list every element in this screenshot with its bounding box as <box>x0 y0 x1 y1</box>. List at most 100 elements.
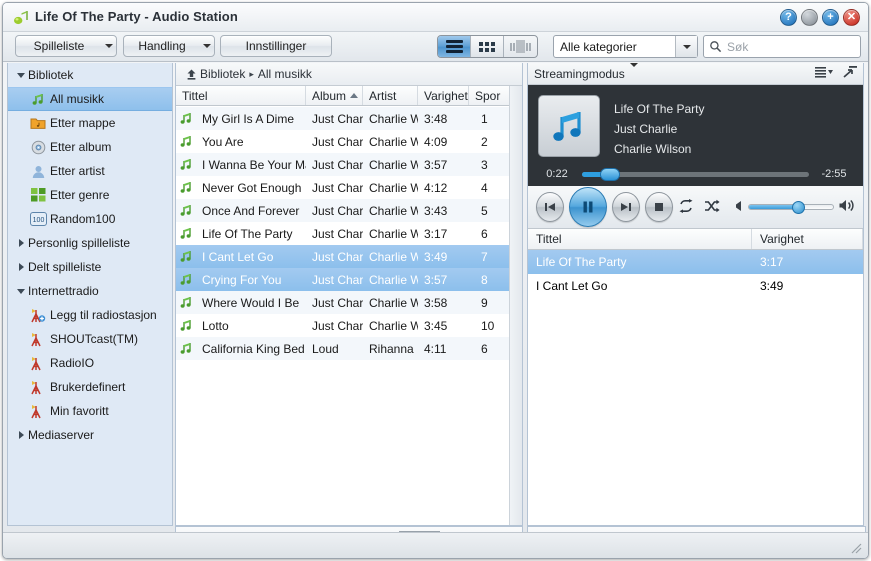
help-button[interactable]: ? <box>780 9 797 26</box>
repeat-icon[interactable] <box>678 198 694 216</box>
playlist-row[interactable]: Life Of The Party 3:17 <box>528 250 863 274</box>
sidebar-item-radioio[interactable]: RadioIO <box>8 351 172 375</box>
cell-title: I Cant Let Go <box>202 249 274 264</box>
playlist-button[interactable]: Spilleliste <box>15 35 117 57</box>
column-header-album[interactable]: Album <box>306 86 363 105</box>
seek-slider[interactable] <box>582 167 809 181</box>
cell-track: 3 <box>481 157 488 172</box>
cell-artist: Charlie Wilson <box>369 134 418 149</box>
coverflow-view-button[interactable] <box>504 36 537 57</box>
playlist-column-tittel[interactable]: Tittel <box>528 229 752 249</box>
settings-button[interactable]: Innstillinger <box>220 35 332 57</box>
sidebar-item-brukerdefinert[interactable]: Brukerdefinert <box>8 375 172 399</box>
chevron-right-icon[interactable] <box>14 263 28 271</box>
radio-icon <box>28 354 48 372</box>
sidebar-item-legg-til-radiostasjon[interactable]: Legg til radiostasjon <box>8 303 172 327</box>
action-button[interactable]: Handling <box>123 35 215 57</box>
search-input[interactable]: Søk <box>703 35 861 58</box>
cell-album: Loud <box>312 341 339 356</box>
sidebar-item-delt-spilleliste[interactable]: Delt spilleliste <box>8 255 172 279</box>
list-view-button[interactable] <box>438 36 471 57</box>
cell-album: Just Charlie <box>312 203 363 218</box>
cell-duration: 3:45 <box>424 318 448 333</box>
stop-button[interactable] <box>644 192 673 222</box>
previous-button[interactable] <box>536 192 565 222</box>
chevron-right-icon[interactable] <box>14 239 28 247</box>
table-row[interactable]: I Wanna Be Your Man Just Charlie Charlie W… <box>176 153 522 176</box>
minimize-button[interactable] <box>801 9 818 26</box>
chevron-down-icon[interactable] <box>14 72 28 78</box>
grid-view-button[interactable] <box>471 36 504 57</box>
breadcrumb-root[interactable]: Bibliotek <box>200 67 245 81</box>
chevron-down-icon <box>200 44 214 48</box>
vertical-scrollbar[interactable] <box>509 86 522 525</box>
sidebar-item-shoutcast-tm[interactable]: SHOUTcast(TM) <box>8 327 172 351</box>
disc-icon <box>28 138 48 156</box>
progress-area: 0:22 -2:55 <box>538 167 853 181</box>
resize-grip-icon[interactable] <box>850 542 862 554</box>
seek-handle[interactable] <box>600 167 621 181</box>
sidebar-item-etter-mappe[interactable]: Etter mappe <box>8 111 172 135</box>
close-button[interactable]: ✕ <box>843 9 860 26</box>
sidebar-item-etter-genre[interactable]: Etter genre <box>8 183 172 207</box>
cell-title: Where Would I Be <box>202 295 300 310</box>
cell-track: 7 <box>481 249 488 264</box>
column-header-tittel[interactable]: Tittel <box>176 86 306 105</box>
pause-button[interactable] <box>569 187 607 227</box>
chevron-down-icon[interactable] <box>14 288 28 294</box>
shuffle-icon[interactable] <box>704 199 720 216</box>
playlist-row[interactable]: I Cant Let Go 3:49 <box>528 274 863 298</box>
sidebar-item-label: Etter mappe <box>50 116 116 130</box>
table-row[interactable]: My Girl Is A Dime Just Charlie Charlie Wil… <box>176 107 522 130</box>
playlist-header: Tittel Varighet <box>528 229 863 250</box>
table-row[interactable]: Once And Forever Just Charlie Charlie Wils… <box>176 199 522 222</box>
table-row[interactable]: Crying For You Just Charlie Charlie Wilson… <box>176 268 522 291</box>
sidebar-item-label: Mediaserver <box>28 428 95 442</box>
volume-handle[interactable] <box>791 201 805 214</box>
up-arrow-icon[interactable] <box>182 68 200 81</box>
next-button[interactable] <box>611 192 640 222</box>
table-row[interactable]: California King Bed Loud Rihanna 4:11 6 <box>176 337 522 360</box>
sort-ascending-icon <box>350 93 359 98</box>
cell-track: 4 <box>481 180 488 195</box>
table-row[interactable]: Where Would I Be Just Charlie Charlie Wils… <box>176 291 522 314</box>
table-row[interactable]: You Are Just Charlie Charlie Wilson 4:09 2 <box>176 130 522 153</box>
sidebar-item-internettradio[interactable]: Internettradio <box>8 279 172 303</box>
cell-track: 9 <box>481 295 488 310</box>
table-row[interactable]: Never Got Enough Just Charlie Charlie Wils… <box>176 176 522 199</box>
sidebar-item-etter-album[interactable]: Etter album <box>8 135 172 159</box>
sidebar-item-personlig-spilleliste[interactable]: Personlig spilleliste <box>8 231 172 255</box>
volume-slider[interactable] <box>747 201 834 214</box>
cell-duration: 4:09 <box>424 134 448 149</box>
collapse-panel-icon[interactable] <box>843 66 857 81</box>
table-row[interactable]: I Cant Let Go Just Charlie Charlie Wilson 3… <box>176 245 522 268</box>
now-playing-artist: Charlie Wilson <box>614 142 692 156</box>
maximize-button[interactable]: + <box>822 9 839 26</box>
sidebar-item-mediaserver[interactable]: Mediaserver <box>8 423 172 447</box>
music-note-icon <box>176 203 196 218</box>
streaming-mode-label[interactable]: Streamingmodus <box>534 67 625 81</box>
volume-max-icon <box>839 199 855 215</box>
table-row[interactable]: Life Of The Party Just Charlie Charlie Wil… <box>176 222 522 245</box>
list-menu-icon[interactable] <box>815 66 833 81</box>
column-header-artist[interactable]: Artist <box>363 86 418 105</box>
svg-text:100: 100 <box>32 217 44 224</box>
table-row[interactable]: Lotto Just Charlie Charlie Wilson 3:45 10 <box>176 314 522 337</box>
cell-title: I Wanna Be Your Man <box>202 157 306 172</box>
category-select[interactable]: Alle kategorier <box>553 35 698 58</box>
cell-album: Just Charlie <box>312 111 363 126</box>
cell-track: 5 <box>481 203 488 218</box>
playlist-column-varighet[interactable]: Varighet <box>752 229 863 249</box>
column-header-varighet[interactable]: Varighet <box>418 86 469 105</box>
sidebar-item-min-favoritt[interactable]: Min favoritt <box>8 399 172 423</box>
cell-artist: Charlie Wilson <box>369 272 418 287</box>
sidebar-item-random100[interactable]: 100 Random100 <box>8 207 172 231</box>
column-header-spor[interactable]: Spor <box>469 86 511 105</box>
cell-album: Just Charlie <box>312 272 363 287</box>
sidebar-item-all-musikk[interactable]: All musikk <box>8 87 172 111</box>
chevron-down-icon[interactable] <box>629 62 638 81</box>
chevron-right-icon[interactable] <box>14 431 28 439</box>
sidebar-item-etter-artist[interactable]: Etter artist <box>8 159 172 183</box>
remaining-time: -2:55 <box>821 168 847 180</box>
sidebar-item-bibliotek[interactable]: Bibliotek <box>8 63 172 87</box>
